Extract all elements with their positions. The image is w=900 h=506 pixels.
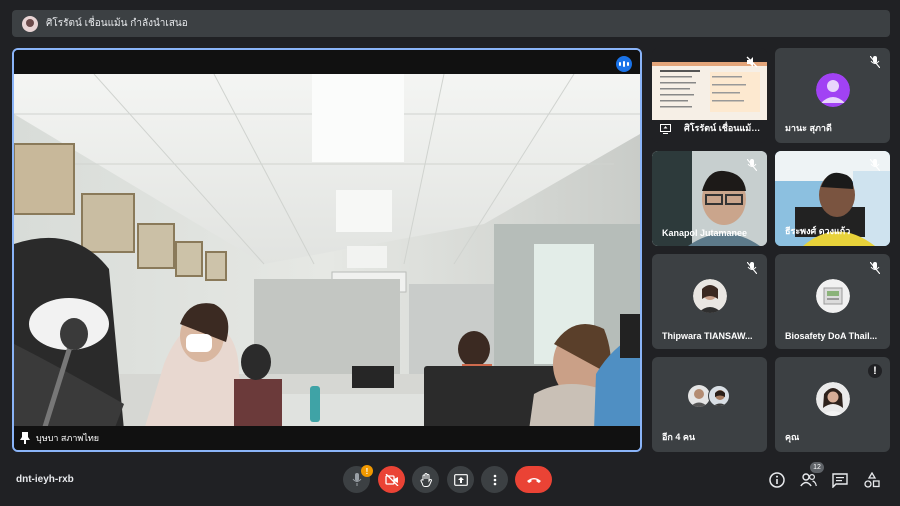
people-icon [799, 473, 817, 487]
mic-icon [352, 473, 361, 486]
avatar [692, 278, 727, 313]
activities-shapes-icon [864, 472, 880, 488]
mic-off-icon [745, 158, 759, 172]
presenting-banner: ศิโรรัตน์ เชื่อนแม้น กำลังนำเสนอ [12, 10, 890, 37]
tile-participant[interactable]: ธีระพงศ์ ดวงแก้ว [775, 151, 890, 246]
main-participant-name: บุษบา สภาพไทย [36, 433, 100, 443]
meeting-code: dnt-ieyh-rxb [16, 474, 74, 485]
pin-icon[interactable] [20, 432, 30, 444]
hand-icon [420, 472, 432, 487]
meeting-room-video [14, 74, 640, 430]
meeting-controls-bar: dnt-ieyh-rxb ! 12 [0, 458, 900, 506]
hang-up-icon [526, 477, 541, 483]
participants-count-badge: 12 [810, 462, 824, 473]
tile-name: ธีระพงศ์ ดวงแก้ว [785, 226, 851, 236]
main-tile-topbar [14, 50, 640, 74]
camera-off-icon [384, 473, 398, 486]
mic-warning-badge: ! [361, 465, 373, 477]
presenter-avatar [22, 15, 38, 32]
mic-off-icon [745, 261, 759, 275]
tile-participant[interactable]: Biosafety DoA Thail... [775, 254, 890, 349]
tile-participant[interactable]: Thipwara TIANSAW... [652, 254, 767, 349]
avatar [708, 385, 730, 407]
tile-name: Kanapol Jutamanee [662, 228, 748, 238]
mic-off-icon [868, 261, 882, 275]
camera-toggle-button[interactable] [378, 466, 405, 493]
tile-name: Biosafety DoA Thail... [785, 331, 878, 341]
raise-hand-button[interactable] [412, 466, 439, 493]
tile-participant[interactable]: มานะ สุภาดี [775, 48, 890, 143]
present-screen-icon [660, 124, 671, 134]
tile-name: Thipwara TIANSAW... [662, 331, 753, 341]
chat-icon [832, 472, 848, 488]
avatar [815, 278, 850, 313]
audio-muted-icon [745, 55, 759, 69]
main-tile-nameplate: บุษบา สภาพไทย [14, 426, 640, 450]
meeting-details-button[interactable] [767, 470, 787, 490]
speaking-indicator-icon [616, 56, 632, 72]
shared-slide-thumbnail [652, 62, 767, 120]
alert-icon[interactable]: ! [868, 364, 882, 378]
tile-more-participants[interactable]: อีก 4 คน [652, 357, 767, 452]
tile-name: มานะ สุภาดี [785, 123, 832, 133]
mic-off-icon [868, 158, 882, 172]
main-video-tile[interactable]: บุษบา สภาพไทย [12, 48, 642, 452]
leave-call-button[interactable] [515, 466, 552, 493]
presenting-text: ศิโรรัตน์ เชื่อนแม้น กำลังนำเสนอ [46, 18, 188, 29]
mic-off-icon [868, 55, 882, 69]
avatar [688, 385, 710, 407]
present-now-button[interactable] [447, 466, 474, 493]
more-vert-icon [493, 474, 496, 485]
participants-button[interactable] [798, 470, 818, 490]
tile-name: ศิโรรัตน์ เชื่อนแม้น... [684, 123, 762, 133]
tile-self[interactable]: ! คุณ [775, 357, 890, 452]
tile-name: อีก 4 คน [662, 432, 696, 442]
tile-presentation[interactable]: ศิโรรัตน์ เชื่อนแม้น... [652, 48, 767, 143]
present-screen-icon [453, 473, 468, 486]
tile-participant[interactable]: Kanapol Jutamanee [652, 151, 767, 246]
avatar [815, 381, 850, 416]
chat-button[interactable] [830, 470, 850, 490]
tile-name: คุณ [785, 432, 800, 442]
activities-button[interactable] [862, 470, 882, 490]
more-options-button[interactable] [481, 466, 508, 493]
info-icon [769, 472, 785, 488]
avatar [815, 72, 850, 107]
